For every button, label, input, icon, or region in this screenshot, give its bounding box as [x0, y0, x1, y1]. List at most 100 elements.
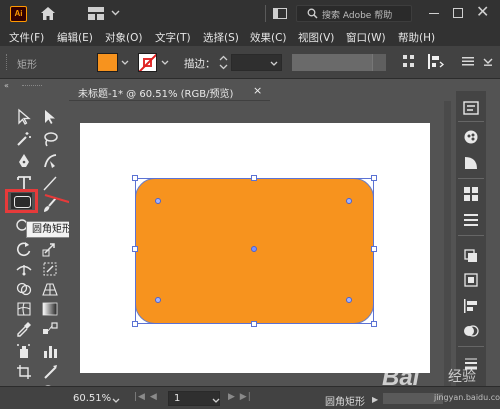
grip-handle[interactable]: [6, 54, 8, 70]
curvature-tool-icon[interactable]: [41, 152, 59, 170]
menu-effect[interactable]: 效果(C): [250, 30, 287, 45]
magic-wand-tool-icon[interactable]: [15, 130, 33, 148]
resize-handle[interactable]: [371, 175, 377, 181]
shape-builder-tool-icon[interactable]: [15, 280, 33, 298]
menu-view[interactable]: 视图(V): [298, 30, 334, 45]
swatches-icon[interactable]: [462, 185, 480, 203]
title-bar: Ai 搜索 Adobe 帮助 ✕: [0, 0, 500, 27]
lasso-tool-icon[interactable]: [41, 130, 59, 148]
resize-handle[interactable]: [371, 321, 377, 327]
color-guide-icon[interactable]: [462, 154, 480, 172]
line-segment-tool-icon[interactable]: [41, 174, 59, 192]
layers-icon[interactable]: [462, 247, 480, 265]
resize-handle[interactable]: [251, 321, 257, 327]
brushes-icon[interactable]: [462, 211, 480, 229]
menu-edit[interactable]: 编辑(E): [57, 30, 93, 45]
resize-handle[interactable]: [132, 175, 138, 181]
direct-selection-tool-icon[interactable]: [41, 108, 59, 126]
workspace-layout-icon[interactable]: [88, 7, 104, 23]
corner-radius-widget[interactable]: [155, 297, 161, 303]
menu-type[interactable]: 文字(T): [155, 30, 191, 45]
stroke-label: 描边：: [184, 58, 216, 70]
menu-object[interactable]: 对象(O): [105, 30, 142, 45]
rounded-rectangle-tool-icon[interactable]: [11, 193, 32, 209]
help-search-input[interactable]: 搜索 Adobe 帮助: [296, 5, 412, 22]
column-graph-tool-icon[interactable]: [41, 342, 59, 360]
blend-tool-icon[interactable]: [41, 320, 59, 338]
search-placeholder: 搜索 Adobe 帮助: [322, 11, 393, 21]
brush-definition-dropdown[interactable]: [372, 54, 386, 71]
artboard-tool-icon[interactable]: [15, 363, 33, 381]
minimize-button[interactable]: [429, 13, 439, 14]
distribute-icon[interactable]: [427, 53, 445, 73]
eyedropper-tool-icon[interactable]: [15, 320, 33, 338]
panel-menu-icon[interactable]: [482, 54, 494, 71]
menu-file[interactable]: 文件(F): [9, 30, 44, 45]
menu-bar: 文件(F) 编辑(E) 对象(O) 文字(T) 选择(S) 效果(C) 视图(V…: [0, 27, 500, 46]
divider: [265, 5, 266, 22]
grip-handle[interactable]: [22, 85, 42, 87]
corner-radius-widget[interactable]: [155, 198, 161, 204]
rotate-tool-icon[interactable]: [15, 240, 33, 258]
color-icon[interactable]: [462, 128, 480, 146]
symbol-sprayer-tool-icon[interactable]: [15, 342, 33, 360]
watermark-brand: Bai: [382, 364, 420, 391]
resize-handle[interactable]: [132, 246, 138, 252]
watermark-url: jingyan.baidu.com: [434, 393, 500, 402]
resize-handle[interactable]: [132, 321, 138, 327]
zoom-level-field[interactable]: 60.51%: [73, 393, 111, 404]
watermark: Bai 经验 jingyan.baidu.com: [382, 360, 500, 406]
fill-color-swatch[interactable]: [97, 53, 118, 72]
first-prev-artboard-buttons[interactable]: |◀ ◀: [134, 392, 158, 402]
panel-toggle-icon[interactable]: [273, 8, 287, 19]
selection-tool-icon[interactable]: [15, 108, 33, 126]
mesh-tool-icon[interactable]: [15, 300, 33, 318]
resize-handle[interactable]: [371, 246, 377, 252]
pen-tool-icon[interactable]: [15, 152, 33, 170]
center-point: [251, 246, 257, 252]
transform-icon[interactable]: [462, 271, 480, 289]
collapse-icon[interactable]: «: [4, 81, 9, 90]
menu-select[interactable]: 选择(S): [203, 30, 239, 45]
chevron-down-icon[interactable]: [112, 396, 120, 407]
gradient-tool-icon[interactable]: [41, 300, 59, 318]
free-transform-tool-icon[interactable]: [41, 260, 59, 278]
properties-icon[interactable]: [462, 99, 480, 117]
corner-radius-widget[interactable]: [346, 198, 352, 204]
next-last-artboard-buttons[interactable]: ▶ ▶|: [228, 392, 252, 402]
close-tab-button[interactable]: ×: [253, 84, 262, 97]
pathfinder-icon[interactable]: [462, 322, 480, 340]
chevron-down-icon[interactable]: [121, 58, 129, 69]
chevron-right-icon[interactable]: ▶: [372, 395, 378, 404]
scale-tool-icon[interactable]: [41, 240, 59, 258]
document-title: 未标题-1* @ 60.51% (RGB/预览): [78, 89, 234, 100]
stroke-weight-stepper[interactable]: [218, 54, 229, 71]
perspective-grid-tool-icon[interactable]: [41, 280, 59, 298]
maximize-button[interactable]: [453, 8, 463, 18]
width-tool-icon[interactable]: [15, 260, 33, 278]
menu-window[interactable]: 窗口(W): [346, 30, 386, 45]
stroke-color-swatch[interactable]: [138, 53, 157, 72]
corner-radius-widget[interactable]: [346, 297, 352, 303]
properties-menu-icon[interactable]: [462, 55, 474, 70]
document-tab[interactable]: 未标题-1* @ 60.51% (RGB/预览) ×: [69, 80, 270, 101]
divider: [458, 346, 484, 347]
align-panel-icon[interactable]: [462, 297, 480, 315]
variable-width-profile[interactable]: [292, 54, 372, 71]
slice-tool-icon[interactable]: [41, 363, 59, 381]
search-icon: [307, 8, 318, 22]
chevron-down-icon[interactable]: [161, 58, 169, 69]
home-icon[interactable]: [40, 6, 56, 24]
chevron-down-icon[interactable]: [111, 8, 120, 19]
app-logo: Ai: [10, 6, 27, 22]
close-window-button[interactable]: ✕: [476, 2, 489, 21]
resize-handle[interactable]: [251, 175, 257, 181]
divider: [458, 235, 484, 236]
watermark-cn: 经验: [448, 369, 476, 385]
chevron-down-icon[interactable]: [270, 59, 278, 70]
chevron-down-icon[interactable]: [212, 396, 220, 407]
align-icon[interactable]: [402, 53, 416, 73]
menu-help[interactable]: 帮助(H): [398, 30, 435, 45]
control-bar: 矩形 描边：: [0, 46, 500, 79]
vertical-scrollbar[interactable]: [444, 101, 451, 386]
